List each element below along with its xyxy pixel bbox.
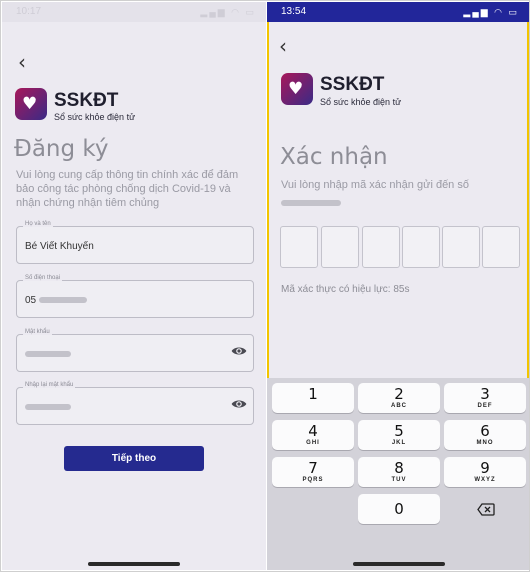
brand-name: SSKĐT [54, 90, 119, 111]
full-name-field[interactable]: Họ và tên Bé Viết Khuyến [16, 221, 254, 264]
brand-subtitle: Sổ sức khỏe điện tử [320, 97, 402, 107]
home-indicator [353, 562, 445, 566]
status-icons: ▂▄▆ ◠ ▭ [463, 7, 519, 17]
key-digit: 6 [480, 422, 490, 440]
key-3[interactable]: 3 DEF [444, 383, 526, 413]
page-description: Vui lòng cung cấp thông tin chính xác để… [16, 169, 239, 209]
key-letters: WXYZ [474, 477, 496, 483]
back-button[interactable]: ‹ [18, 50, 26, 74]
otp-digit-box[interactable] [321, 226, 359, 268]
key-5[interactable]: 5 JKL [358, 420, 440, 450]
otp-digit-box[interactable] [482, 226, 520, 268]
key-digit: 4 [308, 422, 318, 440]
backspace-key[interactable] [444, 494, 526, 524]
brand-name: SSKĐT [320, 74, 385, 95]
status-icons: ▂▄▆ ◠ ▭ [200, 7, 256, 17]
heart-icon: ♥ [288, 79, 304, 99]
app-logo: ♥ [15, 88, 47, 120]
register-screen: 10:17 ▂▄▆ ◠ ▭ ‹ ♥ SSKĐT Sổ sức khỏe điện… [2, 2, 266, 570]
key-9[interactable]: 9 WXYZ [444, 457, 526, 487]
key-letters: PQRS [302, 477, 324, 483]
status-bar: 10:17 ▂▄▆ ◠ ▭ [2, 2, 266, 22]
key-letters: ABC [391, 403, 407, 409]
next-button[interactable]: Tiếp theo [64, 446, 204, 471]
phone-label: Số điện thoại [23, 275, 63, 281]
blurred-phone-number [281, 200, 341, 206]
phone-value: 05 [25, 295, 37, 306]
key-digit: 0 [394, 500, 404, 518]
masked-password [25, 351, 71, 357]
home-indicator [88, 562, 180, 566]
key-digit: 1 [308, 385, 318, 403]
key-digit: 9 [480, 459, 490, 477]
masked-confirm-password [25, 404, 71, 410]
screenshot-frame: 10:17 ▂▄▆ ◠ ▭ ‹ ♥ SSKĐT Sổ sức khỏe điện… [0, 0, 530, 572]
key-digit: 5 [394, 422, 404, 440]
key-6[interactable]: 6 MNO [444, 420, 526, 450]
brand-subtitle: Sổ sức khỏe điện tử [54, 112, 136, 122]
key-4[interactable]: 4 GHI [272, 420, 354, 450]
phone-field[interactable]: Số điện thoại 05 [16, 275, 254, 318]
page-title: Đăng ký [14, 136, 109, 162]
eye-icon[interactable] [231, 343, 247, 359]
status-time: 10:17 [16, 6, 42, 17]
chevron-left-icon: ‹ [279, 34, 287, 58]
key-7[interactable]: 7 PQRS [272, 457, 354, 487]
key-letters: JKL [391, 440, 407, 446]
otp-digit-box[interactable] [402, 226, 440, 268]
key-letters: MNO [476, 440, 494, 446]
heart-icon: ♥ [22, 94, 38, 114]
status-bar: 13:54 ▂▄▆ ◠ ▭ [267, 2, 529, 22]
otp-validity-text: Mã xác thực có hiệu lực: 85s [281, 284, 410, 295]
key-letters: GHI [306, 440, 320, 446]
password-field[interactable]: Mật khẩu [16, 329, 254, 372]
confirm-password-label: Nhập lại mật khẩu [23, 382, 76, 388]
key-letters: TUV [391, 477, 407, 483]
app-logo: ♥ [281, 73, 313, 105]
key-letters: DEF [477, 403, 493, 409]
back-button[interactable]: ‹ [279, 34, 287, 58]
key-digit: 7 [308, 459, 318, 477]
otp-digit-box[interactable] [442, 226, 480, 268]
key-digit: 8 [394, 459, 404, 477]
page-title: Xác nhận [280, 144, 388, 170]
otp-instruction: Vui lòng nhập mã xác nhận gửi đến số [281, 179, 469, 191]
key-1[interactable]: 1 [272, 383, 354, 413]
key-8[interactable]: 8 TUV [358, 457, 440, 487]
otp-screen: 13:54 ▂▄▆ ◠ ▭ ‹ ♥ SSKĐT Sổ sức khỏe điện… [267, 2, 529, 570]
key-2[interactable]: 2 ABC [358, 383, 440, 413]
full-name-value: Bé Viết Khuyến [25, 241, 94, 252]
otp-digit-box[interactable] [362, 226, 400, 268]
password-label: Mật khẩu [23, 329, 52, 335]
eye-icon[interactable] [231, 396, 247, 412]
numeric-keypad: 1 2 ABC 3 DEF 4 GHI 5 JKL 6 MNO 7 PQRS 8 TUV 9W… [267, 378, 529, 570]
otp-digit-box[interactable] [280, 226, 318, 268]
key-0[interactable]: 0 [358, 494, 440, 524]
key-digit: 3 [480, 385, 490, 403]
status-time: 13:54 [281, 6, 307, 17]
confirm-password-field[interactable]: Nhập lại mật khẩu [16, 382, 254, 425]
key-digit: 2 [394, 385, 404, 403]
blurred-phone [39, 297, 87, 303]
chevron-left-icon: ‹ [18, 50, 26, 74]
backspace-icon [477, 503, 495, 516]
full-name-label: Họ và tên [23, 221, 53, 227]
